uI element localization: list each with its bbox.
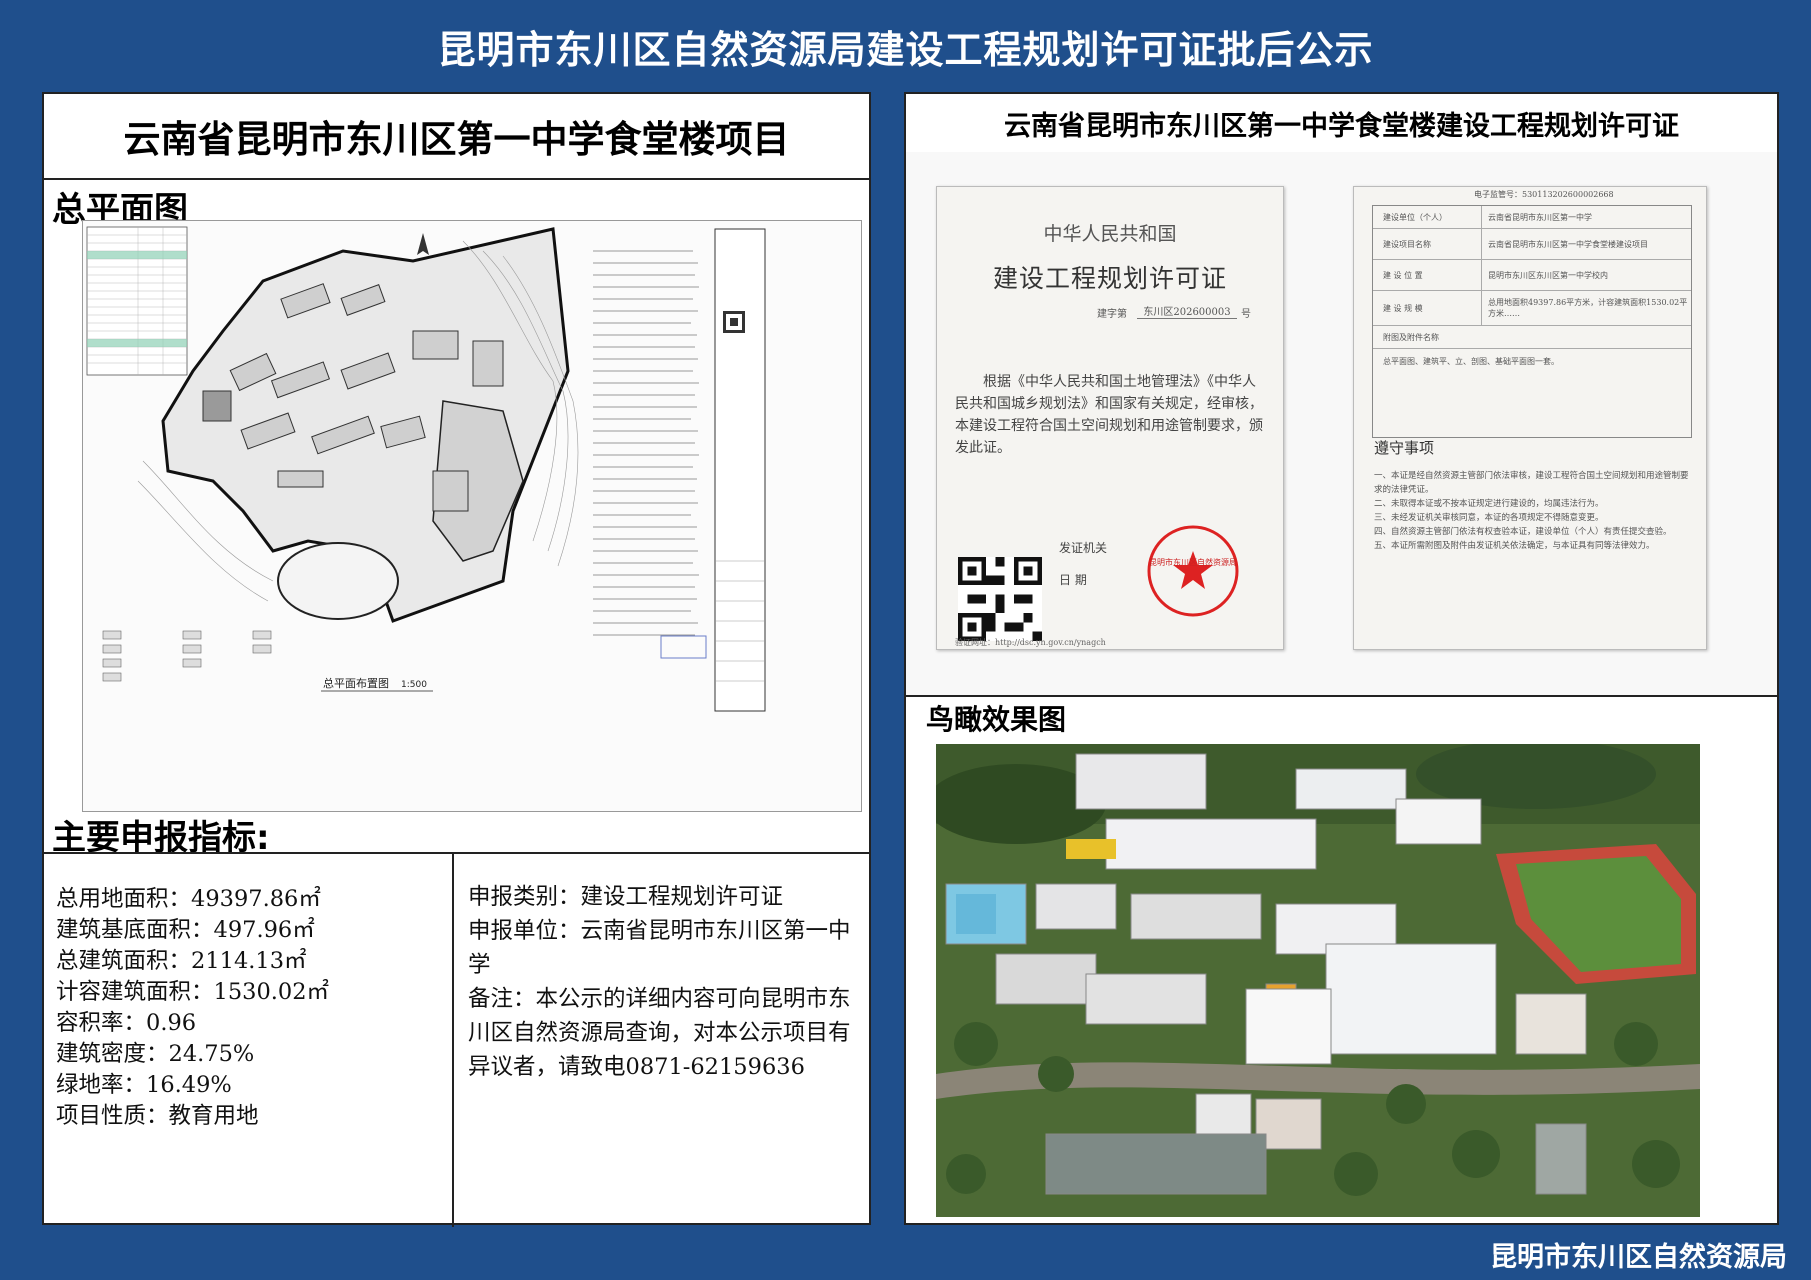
official-seal: [1147, 525, 1239, 617]
permit-certificate-front: 中华人民共和国 建设工程规划许可证 建字第 东川区202600003 号 根据《…: [936, 186, 1284, 650]
info-value: 总用地面积49397.86平方米，计容建筑面积1530.02平方米……: [1481, 291, 1691, 325]
info-label: 建 设 规 模: [1383, 303, 1423, 313]
aerial-heading: 鸟瞰效果图: [926, 703, 1067, 736]
specs-table: 总用地面积：49397.86㎡ 建筑基底面积：497.96㎡ 总建筑面积：211…: [44, 852, 869, 1227]
plan-caption: 总平面布置图: [323, 676, 389, 690]
cert-name: 建设工程规划许可证: [992, 264, 1227, 293]
permit-scans: 中华人民共和国 建设工程规划许可证 建字第 东川区202600003 号 根据《…: [906, 152, 1777, 697]
spec-item: 绿地率：16.49%: [56, 1072, 232, 1098]
project-info-table: 建设单位（个人） 云南省昆明市东川区第一中学 建设项目名称 云南省昆明市东川区第…: [1372, 205, 1692, 438]
cert-issuer-label: 发证机关: [1059, 541, 1108, 555]
project-title: 云南省昆明市东川区第一中学食堂楼项目: [44, 94, 869, 180]
info-row: 建 设 位 置 昆明市东川区东川区第一中学校内: [1373, 260, 1691, 291]
application-type: 申报类别：建设工程规划许可证: [468, 884, 784, 910]
seal-text: 昆明市东川区自然资源局: [1149, 558, 1237, 567]
qr-code-icon: [958, 557, 1042, 641]
spec-item: 计容建筑面积：1530.02㎡: [56, 979, 330, 1005]
spec-list: 总用地面积：49397.86㎡ 建筑基底面积：497.96㎡ 总建筑面积：211…: [56, 884, 446, 1132]
info-value: 昆明市东川区东川区第一中学校内: [1481, 260, 1691, 290]
info-label: 建设项目名称: [1383, 239, 1431, 249]
spec-item: 建筑基底面积：497.96㎡: [56, 917, 315, 943]
rule-item: 一、本证是经自然资源主管部门依法审核，建设工程符合国土空间规划和用途管制要求的法…: [1374, 471, 1689, 495]
cert-number-label: 建字第: [1097, 309, 1127, 320]
info-label: 建 设 位 置: [1383, 270, 1423, 280]
issuing-authority: 昆明市东川区自然资源局: [1490, 1242, 1787, 1273]
column-divider: [452, 854, 454, 1227]
cert-number: 东川区202600003: [1137, 303, 1237, 319]
permit-title: 云南省昆明市东川区第一中学食堂楼建设工程规划许可证: [906, 94, 1777, 154]
application-notes: 申报类别：建设工程规划许可证 申报单位：云南省昆明市东川区第一中学 备注：本公示…: [468, 880, 863, 1084]
remarks: 备注：本公示的详细内容可向昆明市东川区自然资源局查询，对本公示项目有异议者，请致…: [468, 986, 851, 1080]
rule-item: 二、未取得本证或不按本证规定进行建设的，均属违法行为。: [1374, 499, 1604, 509]
plan-scale: 1:500: [401, 680, 427, 690]
aerial-view-image: [926, 739, 1700, 1217]
attachments-text: 总平面图、建筑平、立、剖图、基础平面图一套。: [1383, 357, 1559, 366]
site-plan-drawing: 总平面布置图 1:500: [82, 220, 862, 812]
project-panel: 云南省昆明市东川区第一中学食堂楼项目 总平面图 总平面布置图 1:500 主要申…: [42, 92, 871, 1227]
info-label: 建设单位（个人）: [1383, 212, 1447, 222]
spec-item: 总建筑面积：2114.13㎡: [56, 948, 307, 974]
cert-date-label: 日 期: [1059, 573, 1087, 587]
spec-item: 容积率：0.96: [56, 1010, 197, 1036]
cert-country: 中华人民共和国: [1043, 223, 1177, 245]
info-value: 云南省昆明市东川区第一中学: [1481, 206, 1691, 228]
rule-item: 四、自然资源主管部门依法有权查验本证，建设单位（个人）有责任提交查验。: [1374, 527, 1672, 537]
attachments-label: 附图及附件名称: [1373, 326, 1691, 349]
info-row: 建设项目名称 云南省昆明市东川区第一中学食堂楼建设项目: [1373, 229, 1691, 260]
rules-list: 一、本证是经自然资源主管部门依法审核，建设工程符合国土空间规划和用途管制要求的法…: [1374, 469, 1692, 553]
site-plan-image: 总平面布置图 1:500: [86, 226, 766, 712]
page-title: 昆明市东川区自然资源局建设工程规划许可证批后公示: [437, 27, 1374, 72]
applicant: 申报单位：云南省昆明市东川区第一中学: [468, 918, 851, 978]
rule-item: 五、本证所需附图及附件由发证机关依法确定，与本证具有同等法律效力。: [1374, 541, 1655, 551]
cert-number-suffix: 号: [1241, 309, 1251, 320]
permit-panel: 云南省昆明市东川区第一中学食堂楼建设工程规划许可证 中华人民共和国 建设工程规划…: [904, 92, 1779, 1225]
rule-item: 三、未经发证机关审核同意，本证的各项规定不得随意变更。: [1374, 513, 1604, 523]
aerial-rendering: [926, 739, 1700, 1217]
info-value: 云南省昆明市东川区第一中学食堂楼建设项目: [1481, 229, 1691, 259]
spec-item: 总用地面积：49397.86㎡: [56, 886, 321, 912]
cert-body: 根据《中华人民共和国土地管理法》《中华人民共和国城乡规划法》和国家有关规定，经审…: [955, 374, 1263, 456]
verify-url: 验证网址：http://dsc.yn.gov.cn/ynagch: [955, 638, 1106, 647]
info-row: 建 设 规 模 总用地面积49397.86平方米，计容建筑面积1530.02平方…: [1373, 291, 1691, 326]
spec-item: 项目性质：教育用地: [56, 1103, 259, 1129]
info-row: 建设单位（个人） 云南省昆明市东川区第一中学: [1373, 206, 1691, 229]
spec-item: 建筑密度：24.75%: [56, 1041, 255, 1067]
rules-title: 遵守事项: [1374, 439, 1435, 457]
permit-certificate-back: 电子监管号：530113202600002668 建设单位（个人） 云南省昆明市…: [1353, 186, 1707, 650]
e-cert-number: 电子监管号：530113202600002668: [1474, 190, 1614, 199]
